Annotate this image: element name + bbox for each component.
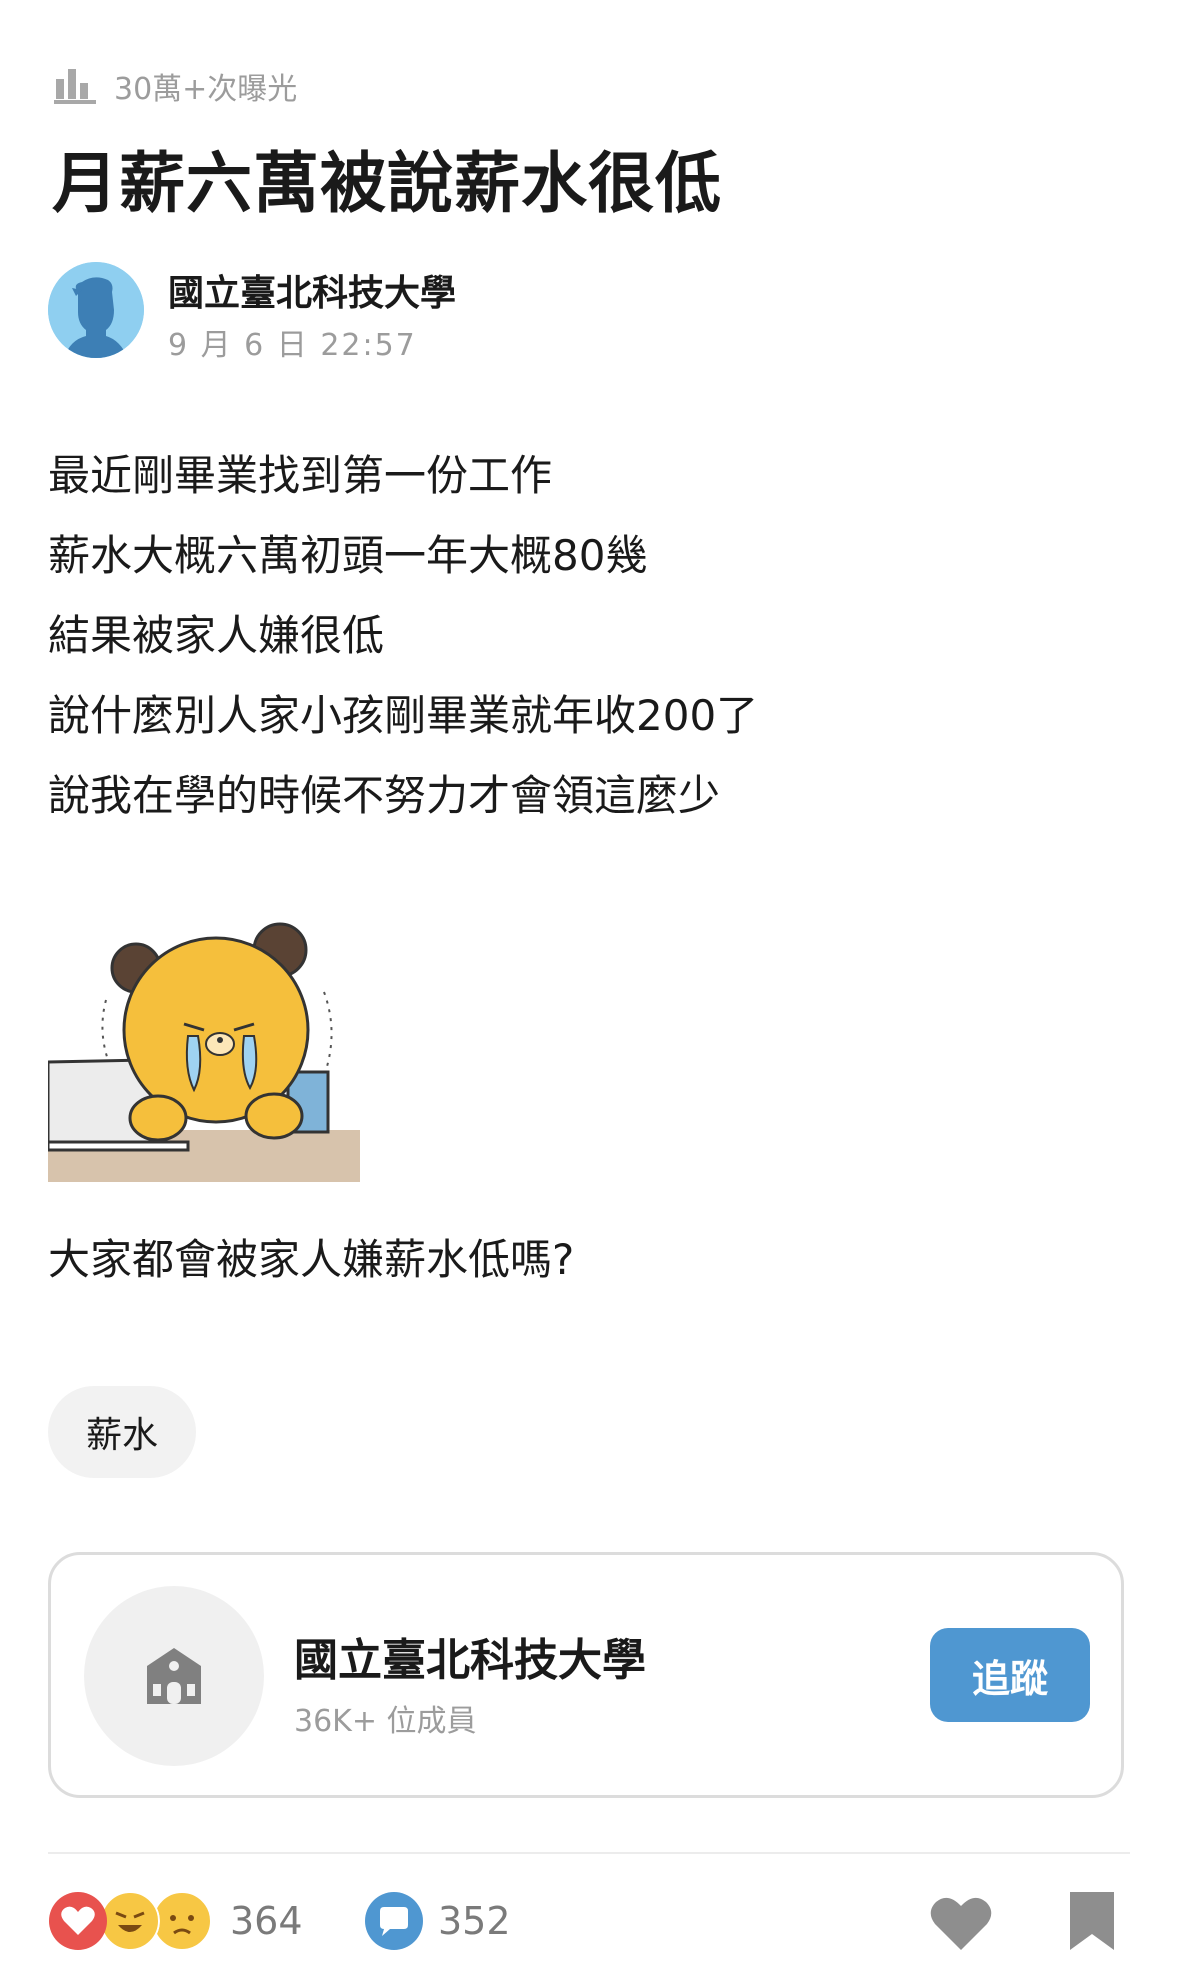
reaction-count: 364	[230, 1899, 303, 1943]
post-title: 月薪六萬被說薪水很低	[52, 145, 722, 222]
sad-reaction-icon	[152, 1891, 212, 1951]
author-name[interactable]: 國立臺北科技大學	[168, 264, 456, 316]
bar-chart-icon	[54, 69, 96, 104]
reactions-summary[interactable]: 364	[48, 1890, 303, 1952]
board-avatar[interactable]	[84, 1586, 264, 1766]
comments-summary[interactable]: 352	[364, 1890, 511, 1952]
heart-icon[interactable]	[928, 1892, 994, 1952]
author-avatar[interactable]	[48, 262, 144, 358]
divider	[48, 1852, 1130, 1854]
post-question: 大家都會被家人嫌薪水低嗎?	[48, 1235, 575, 1284]
bookmark-icon[interactable]	[1066, 1888, 1118, 1952]
speech-bubble-icon	[365, 1892, 423, 1950]
comment-count: 352	[438, 1899, 511, 1943]
body-line: 說我在學的時候不努力才會領這麼少	[48, 771, 721, 820]
views-count: 30萬+次曝光	[114, 72, 298, 107]
post-date: 9 月 6 日 22:57	[168, 328, 417, 363]
school-building-icon	[147, 1648, 201, 1704]
topic-chip[interactable]: 薪水	[48, 1386, 196, 1478]
board-name[interactable]: 國立臺北科技大學	[294, 1624, 646, 1688]
heart-reaction-icon	[49, 1892, 107, 1950]
post-body: 最近剛畢業找到第一份工作 薪水大概六萬初頭一年大概80幾 結果被家人嫌很低 說什…	[48, 436, 758, 836]
body-line: 薪水大概六萬初頭一年大概80幾	[48, 531, 648, 580]
body-line: 說什麼別人家小孩剛畢業就年收200了	[48, 691, 759, 740]
board-member-count: 36K+ 位成員	[294, 1704, 477, 1739]
views-row: 30萬+次曝光	[54, 66, 298, 107]
follow-button[interactable]: 追蹤	[930, 1628, 1090, 1722]
person-silhouette-icon	[48, 262, 144, 358]
crying-bear-sticker	[48, 922, 360, 1182]
body-line: 最近剛畢業找到第一份工作	[48, 451, 553, 500]
laugh-reaction-icon	[100, 1891, 160, 1951]
body-line: 結果被家人嫌很低	[48, 611, 385, 660]
